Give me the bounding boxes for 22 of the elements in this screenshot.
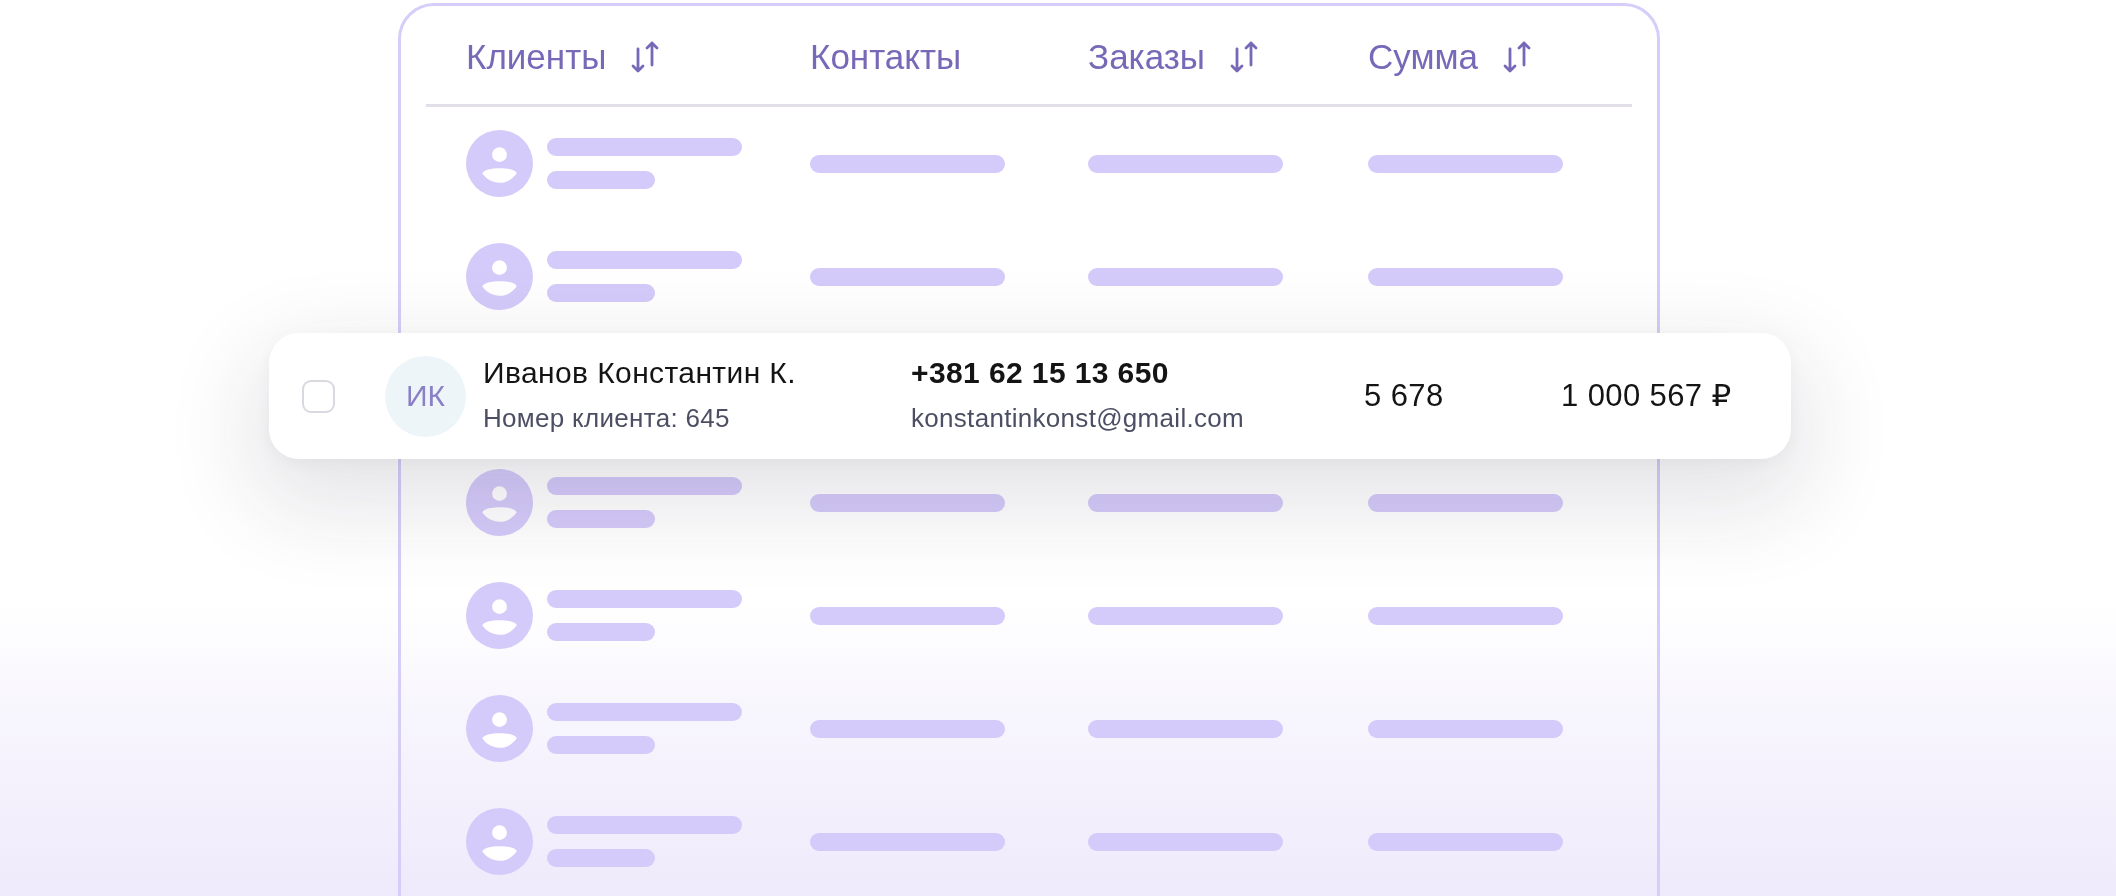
column-header: Сумма [1368,37,1478,77]
client-name: Иванов Константин К. [483,356,797,389]
order-total: 1 000 567 ₽ [1561,378,1732,413]
user-avatar-icon [466,130,533,197]
column-header: Контакты [810,37,962,77]
client-row[interactable]: ИК Иванов Константин К. Номер клиента: 645 +381 62 15 13 650 konstantinkonst@gmail.com 5 678 1 000 567 ₽ [269,333,1791,459]
client-number: Номер клиента: 645 [483,402,731,433]
initials-avatar: ИК [385,355,466,437]
phone-number: +381 62 15 13 650 [911,356,1170,389]
user-avatar-icon [466,808,533,875]
user-avatar-icon [466,243,533,310]
sort-icon[interactable] [1228,41,1259,73]
user-avatar-icon [466,582,533,649]
user-avatar-icon [466,695,533,762]
checkbox[interactable] [302,379,335,413]
column-header: Клиенты [466,37,607,77]
email-address: konstantinkonst@gmail.com [911,402,1246,433]
order-count: 5 678 [1364,378,1444,413]
column-header: Заказы [1088,37,1205,77]
sort-icon[interactable] [630,41,661,73]
user-avatar-icon [466,469,533,536]
sort-icon[interactable] [1502,41,1532,73]
